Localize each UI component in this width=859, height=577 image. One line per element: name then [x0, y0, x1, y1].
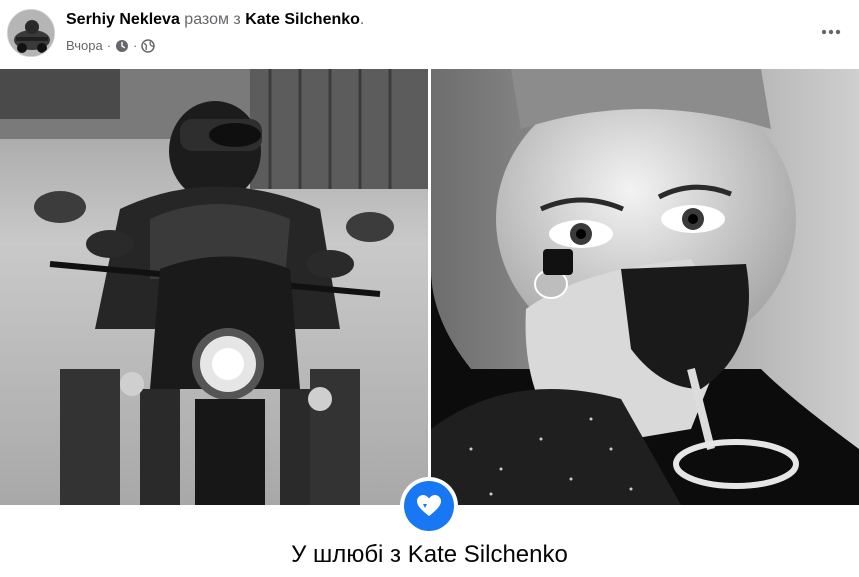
author-name-link[interactable]: Serhiy Nekleva	[66, 11, 180, 28]
photo-grid	[0, 69, 859, 505]
heart-icon	[417, 495, 441, 516]
meta-separator: ·	[133, 38, 138, 53]
author-avatar[interactable]	[7, 9, 55, 57]
life-event-badge	[400, 477, 458, 535]
post-meta: Вчора · ·	[66, 38, 156, 53]
title-end: .	[359, 11, 365, 28]
with-text: разом з	[179, 11, 246, 28]
post-time-link[interactable]: Вчора	[66, 38, 103, 53]
more-options-button[interactable]	[817, 18, 845, 46]
photo-motorcyclist[interactable]	[0, 69, 428, 505]
post-header: Serhiy Nekleva разом з Kate Silchenko. В…	[0, 0, 859, 68]
post-title: Serhiy Nekleva разом з Kate Silchenko.	[66, 11, 364, 29]
photo-woman-drinking[interactable]	[431, 69, 859, 505]
more-horizontal-icon	[821, 29, 841, 35]
tagged-name-link[interactable]: Kate Silchenko	[245, 11, 360, 28]
life-event-text: У шлюбі з Kate Silchenko	[291, 541, 568, 568]
globe-icon[interactable]	[141, 38, 156, 53]
clock-icon	[115, 39, 129, 53]
meta-separator: ·	[106, 38, 112, 53]
life-event-circle	[404, 481, 454, 531]
